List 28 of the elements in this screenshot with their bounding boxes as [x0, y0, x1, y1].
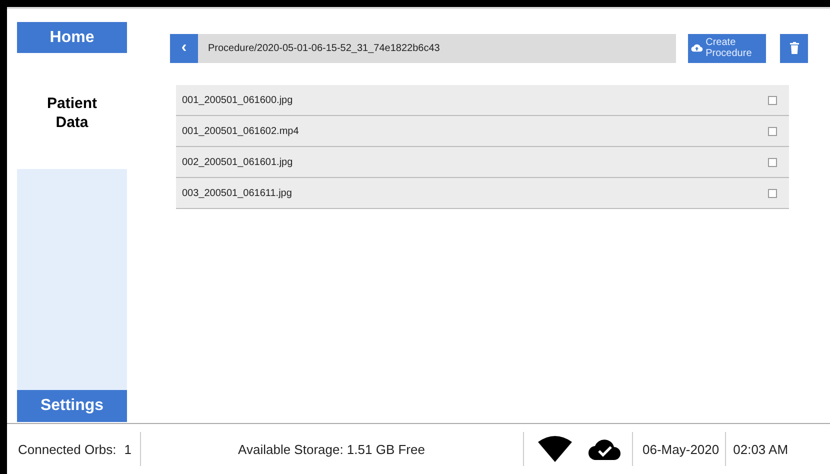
- connected-orbs-label: Connected Orbs:: [17, 440, 116, 458]
- time-text: 02:03 AM: [732, 440, 788, 458]
- checkbox[interactable]: [768, 158, 777, 166]
- date-text: 06-May-2020: [632, 432, 726, 466]
- path-text: Procedure/2020-05-01-06-15-52_31_74e1822b6c43: [208, 42, 440, 54]
- checkbox[interactable]: [768, 188, 777, 198]
- storage-text: Available Storage: 1.51 GB Free: [140, 432, 524, 466]
- file-name: 001_200501_061602.mp4: [182, 126, 299, 136]
- file-name: 003_200501_061611.jpg: [182, 188, 292, 198]
- delete-button[interactable]: [780, 34, 808, 62]
- cloud-check-icon: [588, 438, 622, 460]
- checkbox[interactable]: [768, 126, 777, 136]
- file-row[interactable]: 002_200501_061601.jpg: [176, 147, 789, 178]
- file-row[interactable]: 001_200501_061600.jpg: [176, 85, 789, 116]
- connected-orbs-count: 1: [116, 432, 141, 466]
- back-button[interactable]: ‹: [170, 34, 198, 62]
- file-name: 001_200501_061600.jpg: [182, 94, 293, 106]
- create-procedure-button[interactable]: Create Procedure: [688, 34, 766, 62]
- file-row[interactable]: 001_200501_061602.mp4: [176, 116, 789, 147]
- file-row[interactable]: 003_200501_061611.jpg: [176, 178, 789, 209]
- patient-data-label: Patient Data: [46, 94, 98, 132]
- wifi-icon: [538, 436, 572, 462]
- home-button[interactable]: Home: [17, 22, 127, 53]
- cloud-upload-icon: [691, 42, 703, 54]
- checkbox[interactable]: [768, 96, 777, 104]
- trash-icon: [790, 42, 798, 54]
- settings-button[interactable]: Settings: [17, 390, 127, 422]
- file-name: 002_200501_061601.jpg: [182, 156, 293, 168]
